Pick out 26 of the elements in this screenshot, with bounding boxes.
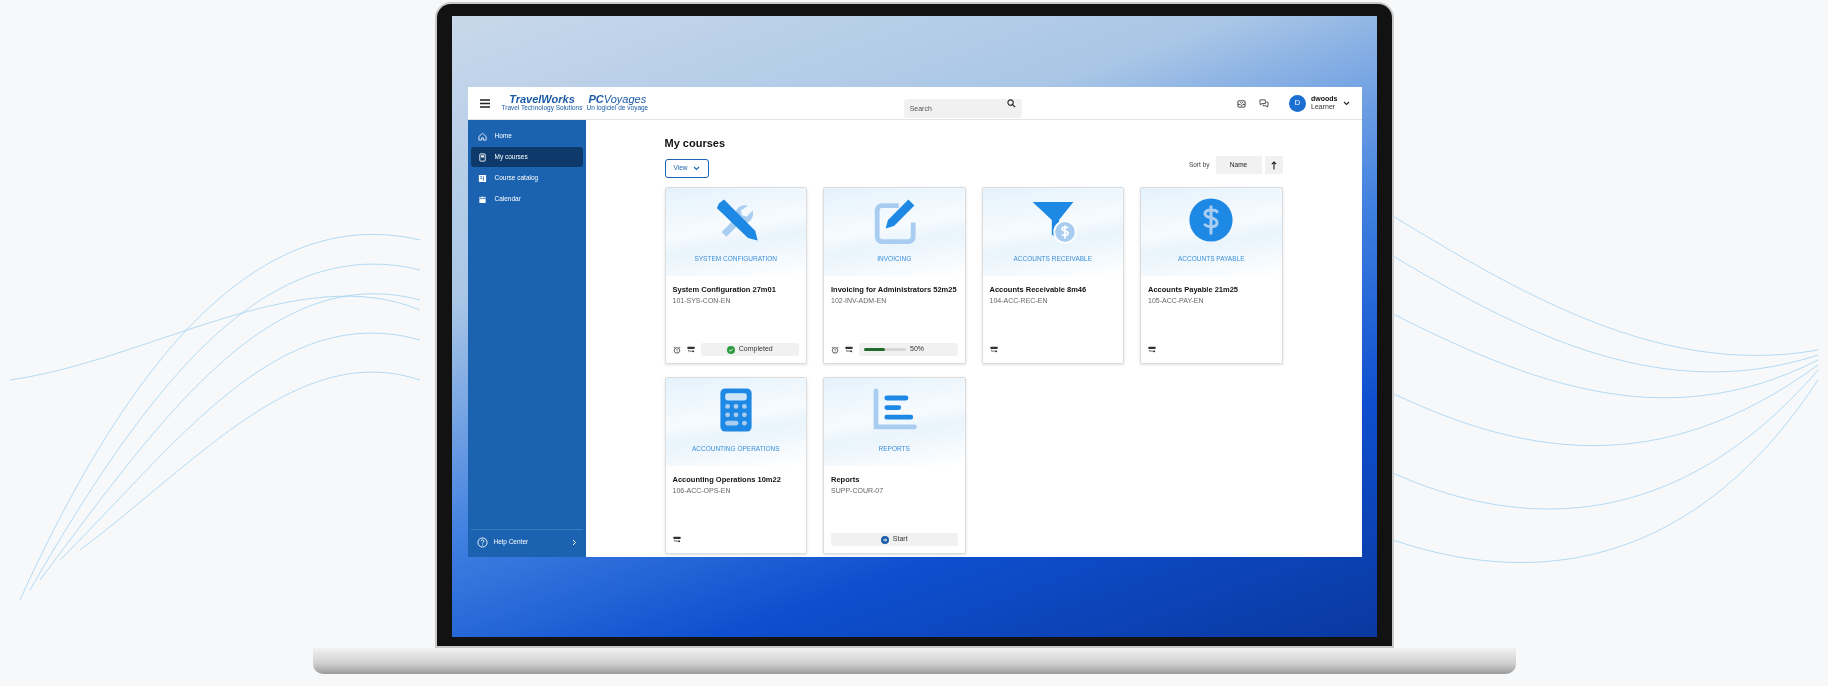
catalog-icon	[477, 173, 487, 183]
logo-mark: PC	[588, 94, 604, 106]
learning-path-icon	[686, 346, 695, 353]
learning-path-icon	[672, 536, 681, 543]
chat-icon[interactable]	[1259, 98, 1270, 108]
search-icon[interactable]	[1006, 98, 1016, 108]
inbox-icon[interactable]	[1237, 98, 1247, 108]
learning-path-icon	[989, 346, 998, 353]
home-icon	[477, 131, 487, 141]
dollar-coin-drawing	[1187, 195, 1236, 244]
learning-path-icon	[1148, 346, 1156, 353]
learning-path-icon	[845, 346, 853, 353]
question-icon	[476, 536, 488, 548]
page-title: My courses	[664, 136, 727, 151]
chevron-down-icon	[693, 165, 701, 171]
sort-direction-button[interactable]	[1264, 156, 1283, 174]
logo-text: Voyages	[603, 94, 647, 106]
book-icon	[477, 152, 487, 162]
arrow-circle-icon	[880, 535, 889, 544]
menu-icon[interactable]	[479, 98, 490, 108]
arrow-up-icon	[1270, 160, 1277, 170]
logo-text: TravelWorks	[509, 94, 575, 106]
chevron-right-icon	[571, 538, 577, 546]
check-circle-icon	[726, 345, 735, 354]
calendar-icon	[477, 194, 487, 204]
chevron-down-icon[interactable]	[1342, 100, 1350, 106]
